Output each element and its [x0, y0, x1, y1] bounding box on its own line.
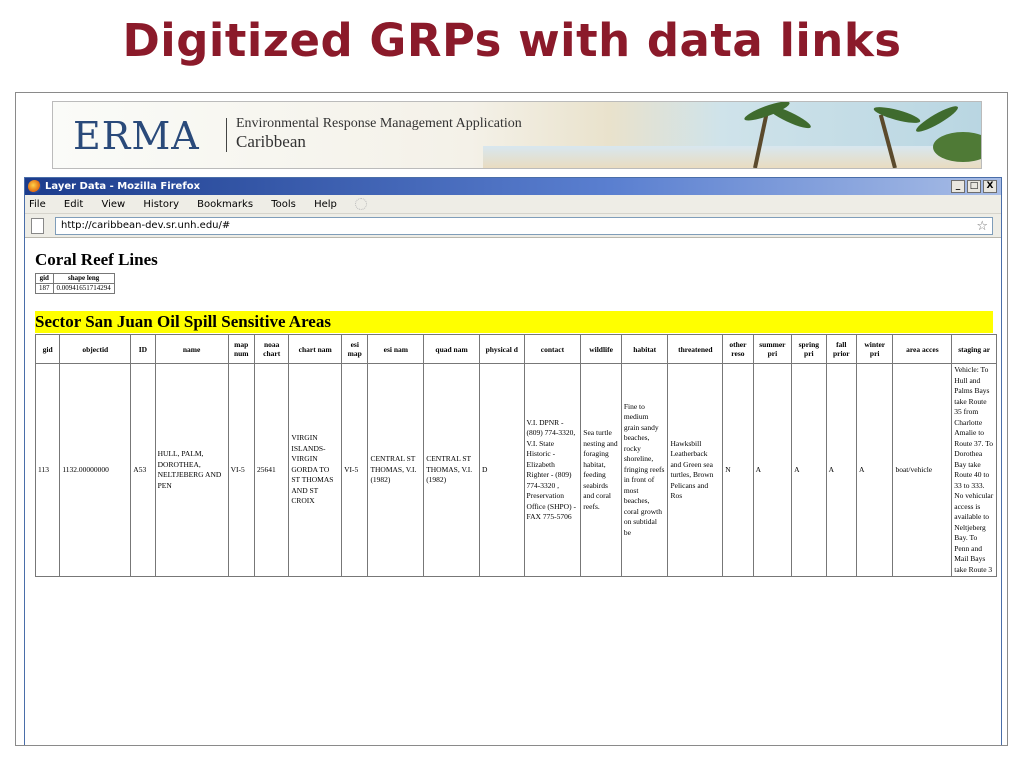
url-bar[interactable]: http://caribbean-dev.sr.unh.edu/# ☆	[55, 217, 993, 235]
erma-banner: ERMA Environmental Response Management A…	[52, 101, 982, 169]
table-cell: A	[825, 363, 857, 577]
table-cell: 0.00941651714294	[52, 283, 115, 294]
bookmark-star-icon[interactable]: ☆	[976, 219, 988, 235]
column-header: physical d	[478, 334, 525, 364]
table-cell: Hawksbill Leatherback and Green sea turt…	[667, 363, 724, 577]
table-cell: boat/vehicle	[892, 363, 953, 577]
table-cell: 113	[34, 363, 61, 577]
column-header: winter pri	[855, 334, 894, 364]
column-header: gid	[34, 334, 61, 364]
table-cell: CENTRAL ST THOMAS, V.I. (1982)	[367, 363, 425, 577]
column-header: contact	[523, 334, 582, 364]
throbber-icon	[355, 198, 368, 210]
column-header: ID	[130, 334, 156, 364]
column-header: objectid	[59, 334, 132, 364]
palm-frond-icon	[913, 102, 961, 136]
column-header: other reso	[722, 334, 754, 364]
column-header: habitat	[620, 334, 669, 364]
url-text: http://caribbean-dev.sr.unh.edu/#	[61, 220, 231, 231]
beach-image	[483, 146, 981, 168]
column-header: chart nam	[288, 334, 343, 364]
table-cell: VIRGIN ISLANDS- VIRGIN GORDA TO ST THOMA…	[288, 363, 343, 577]
column-header: gid	[35, 273, 54, 284]
table-cell: A	[752, 363, 793, 577]
column-header: summer pri	[752, 334, 793, 364]
coral-reef-table: gid shape leng 187 0.00941651714294	[35, 273, 115, 294]
table-header-row: gid shape leng	[35, 273, 115, 284]
window-titlebar[interactable]: Layer Data - Mozilla Firefox _ □ X	[25, 178, 1001, 195]
table-cell: HULL, PALM, DOROTHEA, NELTJEBERG AND PEN	[154, 363, 229, 577]
column-header: quad nam	[423, 334, 480, 364]
firefox-icon	[28, 180, 41, 193]
close-button[interactable]: X	[983, 180, 997, 193]
column-header: staging ar	[951, 334, 997, 364]
erma-logo: ERMA	[73, 114, 200, 158]
menu-history[interactable]: History	[143, 199, 179, 210]
table-cell: A	[855, 363, 894, 577]
column-header: noaa chart	[253, 334, 290, 364]
table-cell: Vehicle: To Hull and Palms Bays take Rou…	[951, 363, 997, 577]
banner-region: Caribbean	[236, 132, 306, 151]
screenshot-frame: ERMA Environmental Response Management A…	[15, 92, 1008, 746]
banner-subtitle: Environmental Response Management Applic…	[236, 116, 522, 131]
table-cell: A	[791, 363, 827, 577]
coral-reef-heading: Coral Reef Lines	[35, 250, 158, 269]
table-cell: V.I. DPNR - (809) 774-3320, V.I. State H…	[523, 363, 582, 577]
menu-edit[interactable]: Edit	[64, 199, 83, 210]
firefox-window: Layer Data - Mozilla Firefox _ □ X File …	[24, 177, 1002, 745]
menu-help[interactable]: Help	[314, 199, 337, 210]
window-title: Layer Data - Mozilla Firefox	[45, 181, 201, 192]
table-cell: 1132.00000000	[59, 363, 132, 577]
page-icon	[31, 218, 44, 234]
palm-frond-icon	[765, 102, 813, 132]
column-header: spring pri	[791, 334, 827, 364]
table-cell: CENTRAL ST THOMAS, V.I. (1982)	[423, 363, 480, 577]
table-cell: 25641	[253, 363, 290, 577]
column-header: esi nam	[367, 334, 425, 364]
navigation-bar: http://caribbean-dev.sr.unh.edu/# ☆	[25, 214, 1001, 238]
table-row: 187 0.00941651714294	[35, 283, 115, 294]
table-cell: VI-5	[227, 363, 255, 577]
column-header: wildlife	[580, 334, 622, 364]
column-header: threatened	[667, 334, 724, 364]
page-content: Coral Reef Lines gid shape leng 187 0.00…	[25, 238, 1001, 585]
column-header: name	[154, 334, 229, 364]
logo-divider	[226, 118, 227, 152]
sector-table: gid objectid ID name map num noaa chart …	[34, 334, 997, 577]
table-cell: Sea turtle nesting and foraging habitat,…	[580, 363, 622, 577]
table-row: 113 1132.00000000 A53 HULL, PALM, DOROTH…	[34, 363, 997, 577]
table-cell: D	[478, 363, 525, 577]
column-header: fall prior	[825, 334, 857, 364]
minimize-button[interactable]: _	[951, 180, 965, 193]
menu-file[interactable]: File	[29, 199, 46, 210]
menu-bar: File Edit View History Bookmarks Tools H…	[25, 195, 1001, 214]
table-header-row: gid objectid ID name map num noaa chart …	[34, 334, 997, 364]
maximize-button[interactable]: □	[967, 180, 981, 193]
sector-heading: Sector San Juan Oil Spill Sensitive Area…	[35, 311, 993, 333]
menu-view[interactable]: View	[101, 199, 125, 210]
table-cell: 187	[35, 283, 54, 294]
column-header: esi map	[341, 334, 369, 364]
slide-title: Digitized GRPs with data links	[122, 14, 902, 67]
table-cell: Fine to medium grain sandy beaches, rock…	[620, 363, 669, 577]
column-header: map num	[227, 334, 255, 364]
column-header: shape leng	[52, 273, 115, 284]
column-header: area acces	[892, 334, 953, 364]
table-cell: A53	[130, 363, 156, 577]
table-cell: N	[722, 363, 754, 577]
menu-tools[interactable]: Tools	[271, 199, 296, 210]
table-cell: VI-5	[341, 363, 369, 577]
menu-bookmarks[interactable]: Bookmarks	[197, 199, 253, 210]
